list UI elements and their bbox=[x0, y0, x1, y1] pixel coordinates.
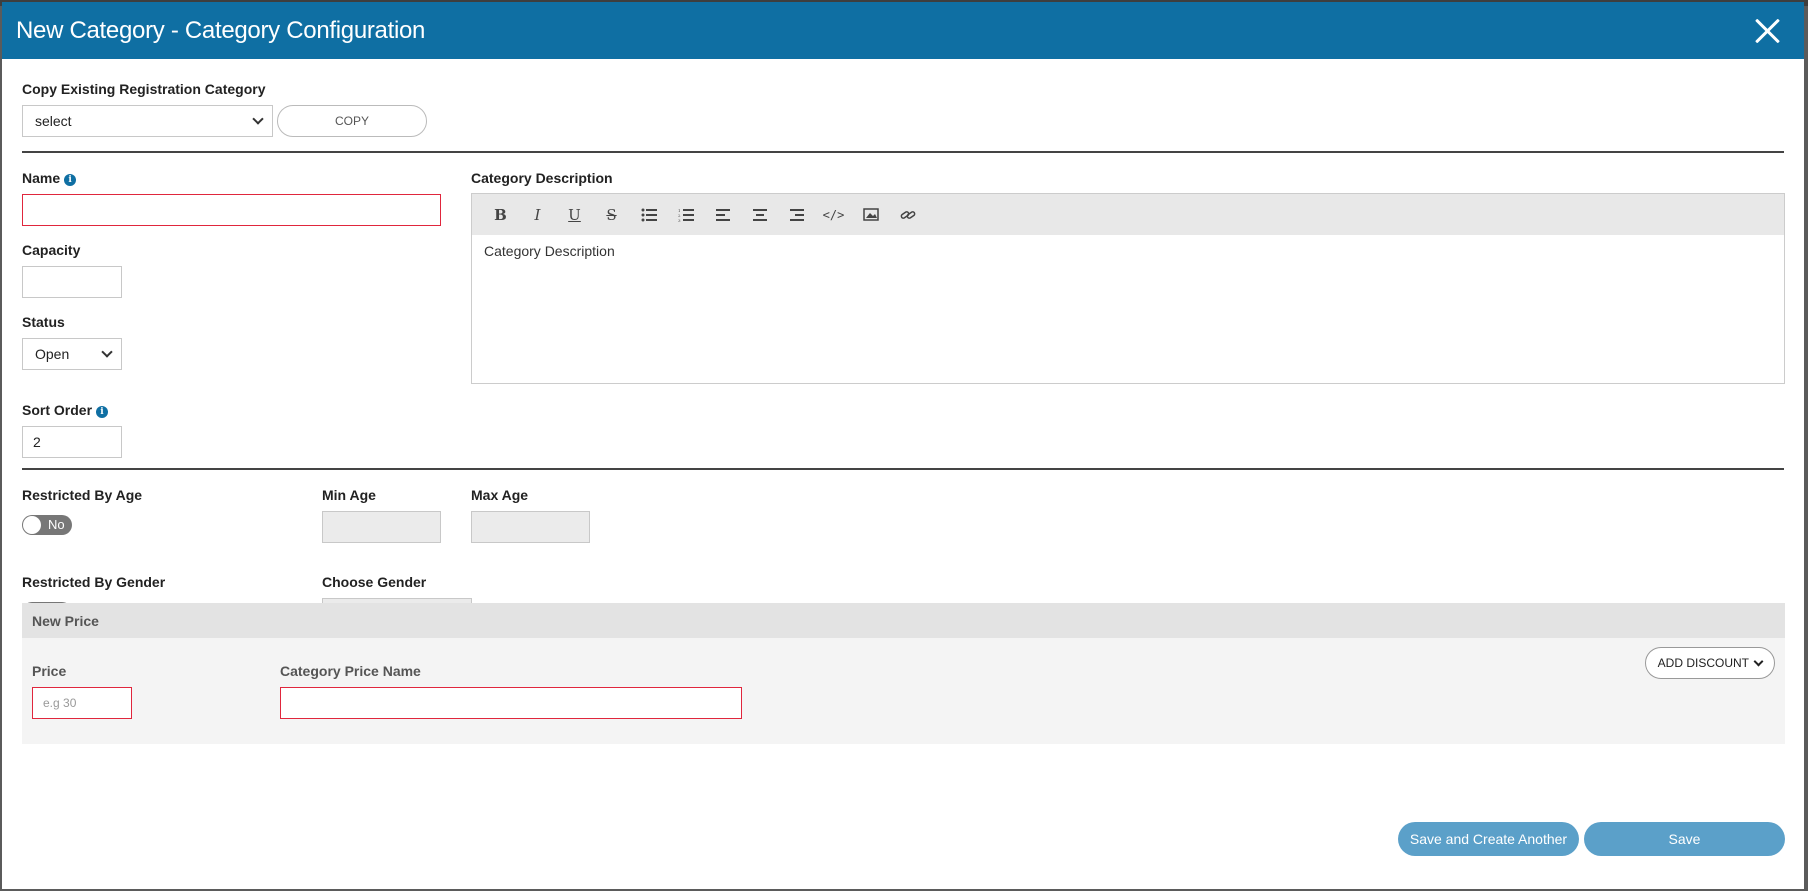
divider bbox=[22, 151, 1784, 153]
bullet-list-icon[interactable] bbox=[630, 200, 667, 230]
info-icon[interactable]: i bbox=[96, 406, 109, 418]
price-input[interactable]: e.g 30 bbox=[32, 687, 132, 719]
copy-category-select[interactable]: select bbox=[22, 105, 273, 137]
new-price-panel: New Price Price e.g 30 Category Price Na… bbox=[22, 603, 1785, 744]
close-icon[interactable] bbox=[1752, 15, 1784, 47]
svg-text:3: 3 bbox=[678, 218, 681, 222]
status-select-value: Open bbox=[35, 346, 70, 362]
numbered-list-icon[interactable]: 123 bbox=[667, 200, 704, 230]
capacity-label: Capacity bbox=[22, 242, 81, 258]
bold-icon[interactable]: B bbox=[482, 200, 519, 230]
category-config-modal: New Category - Category Configuration Co… bbox=[2, 2, 1804, 889]
min-age-input bbox=[322, 511, 441, 543]
link-icon[interactable] bbox=[889, 200, 926, 230]
sort-order-label-text: Sort Order bbox=[22, 402, 93, 418]
chevron-down-icon bbox=[252, 113, 264, 125]
new-price-header: New Price bbox=[22, 603, 1785, 638]
toggle-text: No bbox=[48, 517, 65, 532]
chevron-down-icon bbox=[101, 346, 113, 358]
name-input[interactable] bbox=[22, 194, 441, 226]
divider bbox=[22, 468, 1784, 470]
min-age-label: Min Age bbox=[322, 487, 376, 503]
category-price-name-input[interactable] bbox=[280, 687, 742, 719]
copy-existing-label: Copy Existing Registration Category bbox=[22, 81, 266, 97]
info-icon[interactable]: i bbox=[64, 174, 77, 186]
align-left-icon[interactable] bbox=[704, 200, 741, 230]
description-label: Category Description bbox=[471, 170, 613, 186]
sort-order-input[interactable]: 2 bbox=[22, 426, 122, 458]
image-icon[interactable] bbox=[852, 200, 889, 230]
restricted-gender-label: Restricted By Gender bbox=[22, 574, 166, 590]
align-center-icon[interactable] bbox=[741, 200, 778, 230]
status-select[interactable]: Open bbox=[22, 338, 122, 370]
max-age-input bbox=[471, 511, 590, 543]
status-label: Status bbox=[22, 314, 65, 330]
toggle-knob bbox=[23, 516, 41, 534]
editor-toolbar: B I U S 123 </> bbox=[472, 194, 1784, 235]
modal-title: New Category - Category Configuration bbox=[16, 16, 426, 44]
code-icon[interactable]: </> bbox=[815, 200, 852, 230]
name-label-text: Name bbox=[22, 170, 61, 186]
modal-header: New Category - Category Configuration bbox=[2, 2, 1804, 59]
category-price-name-label: Category Price Name bbox=[280, 663, 421, 679]
description-editor: B I U S 123 </> Category Description bbox=[471, 193, 1785, 384]
restricted-age-label: Restricted By Age bbox=[22, 487, 143, 503]
sort-order-label: Sort Order i bbox=[22, 402, 109, 418]
price-label: Price bbox=[32, 663, 67, 679]
editor-content[interactable]: Category Description bbox=[472, 235, 1784, 267]
name-label: Name i bbox=[22, 170, 77, 186]
copy-category-select-value: select bbox=[35, 113, 72, 129]
price-placeholder: e.g 30 bbox=[43, 696, 77, 710]
underline-icon[interactable]: U bbox=[556, 200, 593, 230]
chevron-down-icon bbox=[1753, 656, 1764, 666]
choose-gender-label: Choose Gender bbox=[322, 574, 427, 590]
capacity-input[interactable] bbox=[22, 266, 122, 298]
add-discount-button[interactable]: ADD DISCOUNT bbox=[1644, 647, 1775, 679]
restricted-age-toggle[interactable]: No bbox=[22, 515, 72, 535]
copy-button[interactable]: COPY bbox=[277, 105, 427, 137]
save-and-create-another-button[interactable]: Save and Create Another bbox=[1398, 822, 1579, 856]
align-right-icon[interactable] bbox=[778, 200, 815, 230]
save-button[interactable]: Save bbox=[1584, 822, 1785, 856]
add-discount-label: ADD DISCOUNT bbox=[1657, 656, 1749, 670]
italic-icon[interactable]: I bbox=[519, 200, 556, 230]
strikethrough-icon[interactable]: S bbox=[593, 200, 630, 230]
max-age-label: Max Age bbox=[471, 487, 529, 503]
